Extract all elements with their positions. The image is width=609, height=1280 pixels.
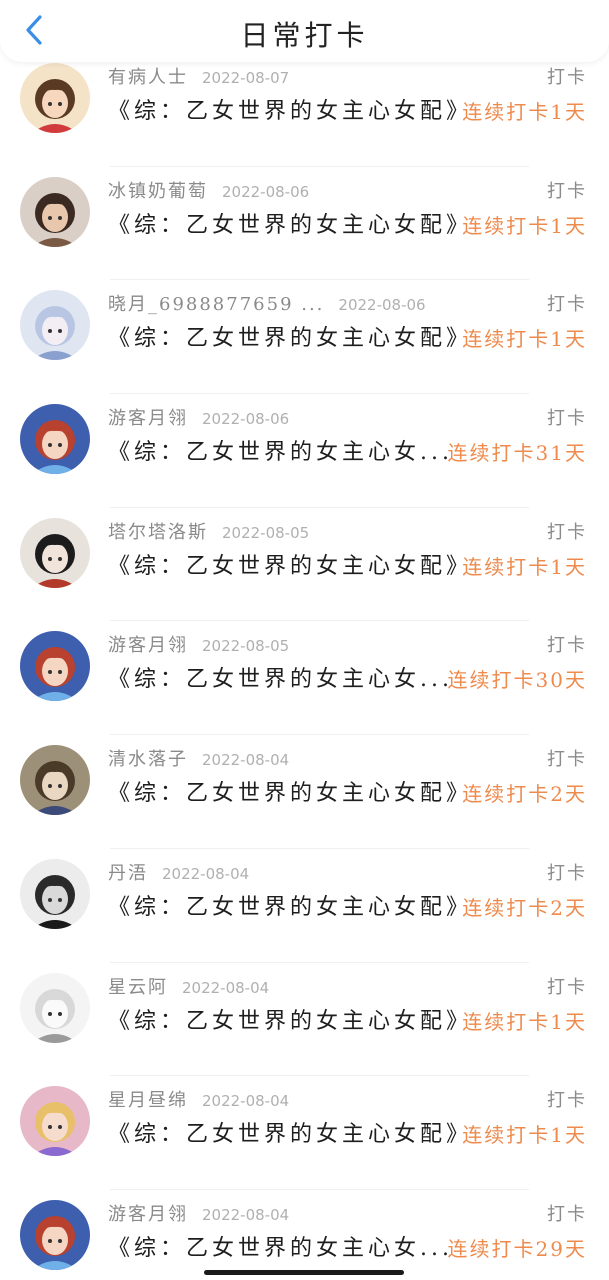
checkin-action-label: 打卡 <box>547 862 587 884</box>
streak-badge: 连续打卡29天 <box>447 1236 587 1261</box>
username-text: 丹浯 <box>108 862 148 884</box>
checkin-action-label: 打卡 <box>547 521 587 543</box>
username[interactable]: 星月昼绵 2022-08-04 <box>108 1086 289 1112</box>
checkin-list[interactable]: 有病人士 2022-08-07 打卡 《综：乙女世界的女主心女配》 连续打卡1天 冰镇奶葡… <box>0 53 609 1280</box>
username[interactable]: 丹浯 2022-08-04 <box>108 859 249 885</box>
username[interactable]: 冰镇奶葡萄 2022-08-06 <box>108 177 309 203</box>
book-title[interactable]: 《综：乙女世界的女主心女... <box>108 1230 453 1262</box>
streak-badge: 连续打卡1天 <box>462 1009 587 1034</box>
checkin-date: 2022-08-06 <box>338 296 426 315</box>
checkin-action-label: 打卡 <box>547 180 587 202</box>
book-title[interactable]: 《综：乙女世界的女主心女配》 <box>108 93 472 125</box>
username[interactable]: 星云阿 2022-08-04 <box>108 973 269 999</box>
username[interactable]: 晓月_6988877659 ... 2022-08-06 <box>108 290 426 316</box>
list-item[interactable]: 游客月翎 2022-08-06 打卡《综：乙女世界的女主心女... 连续打卡31天 <box>0 394 609 508</box>
book-title[interactable]: 《综：乙女世界的女主心女... <box>108 434 453 466</box>
username-text: 冰镇奶葡萄 <box>108 180 208 202</box>
username-text: 游客月翎 <box>108 635 188 657</box>
username[interactable]: 塔尔塔洛斯 2022-08-05 <box>108 518 309 544</box>
list-item[interactable]: 游客月翎 2022-08-04 打卡《综：乙女世界的女主心女... 连续打卡29天 <box>0 1190 609 1280</box>
username[interactable]: 游客月翎 2022-08-05 <box>108 631 289 657</box>
top-nav-bar: 日常打卡 <box>0 0 609 62</box>
book-title[interactable]: 《综：乙女世界的女主心女配》 <box>108 207 472 239</box>
username-text: 清水落子 <box>108 749 188 771</box>
avatar[interactable] <box>20 631 90 702</box>
checkin-action-label: 打卡 <box>547 408 587 430</box>
book-title[interactable]: 《综：乙女世界的女主心女配》 <box>108 320 472 352</box>
username[interactable]: 游客月翎 2022-08-04 <box>108 1200 289 1226</box>
checkin-date: 2022-08-04 <box>202 1205 290 1224</box>
checkin-date: 2022-08-04 <box>202 1092 290 1111</box>
username-text: 晓月_6988877659 ... <box>108 294 325 316</box>
list-item[interactable]: 清水落子 2022-08-04 打卡《综：乙女世界的女主心女配》 连续打卡2天 <box>0 735 609 849</box>
streak-badge: 连续打卡1天 <box>462 1123 587 1148</box>
streak-badge: 连续打卡31天 <box>447 441 587 466</box>
checkin-page: 日常打卡 有病人士 2022-08-07 打卡 《综：乙女世界的女主心女配》 连续打卡1… <box>0 0 609 1280</box>
list-item[interactable]: 丹浯 2022-08-04 打卡《综：乙女世界的女主心女配》 连续打卡2天 <box>0 849 609 963</box>
streak-badge: 连续打卡30天 <box>447 668 587 693</box>
checkin-date: 2022-08-04 <box>182 978 270 997</box>
streak-badge: 连续打卡1天 <box>462 327 587 352</box>
checkin-action-label: 打卡 <box>547 635 587 657</box>
username-text: 星云阿 <box>108 976 168 998</box>
checkin-date: 2022-08-05 <box>202 637 290 656</box>
book-title[interactable]: 《综：乙女世界的女主心女配》 <box>108 775 472 807</box>
streak-badge: 连续打卡2天 <box>462 895 587 920</box>
checkin-date: 2022-08-07 <box>202 69 290 87</box>
avatar[interactable] <box>20 404 90 475</box>
page-title: 日常打卡 <box>240 19 369 52</box>
list-item[interactable]: 塔尔塔洛斯 2022-08-05 打卡《综：乙女世界的女主心女配》 连续打卡1天 <box>0 508 609 622</box>
book-title[interactable]: 《综：乙女世界的女主心女配》 <box>108 1116 472 1148</box>
username-text: 有病人士 <box>108 67 188 88</box>
checkin-date: 2022-08-04 <box>202 751 290 770</box>
book-title[interactable]: 《综：乙女世界的女主心女配》 <box>108 548 472 580</box>
checkin-action-label: 打卡 <box>547 294 587 316</box>
book-title[interactable]: 《综：乙女世界的女主心女配》 <box>108 1003 472 1035</box>
streak-badge: 连续打卡1天 <box>462 554 587 579</box>
username[interactable]: 有病人士 2022-08-07 <box>108 63 289 89</box>
streak-badge: 连续打卡1天 <box>462 100 587 124</box>
avatar[interactable] <box>20 1086 90 1157</box>
checkin-date: 2022-08-06 <box>202 410 290 429</box>
home-indicator[interactable] <box>204 1270 404 1275</box>
username-text: 游客月翎 <box>108 1203 188 1225</box>
streak-badge: 连续打卡2天 <box>462 782 587 807</box>
avatar[interactable] <box>20 1199 90 1270</box>
checkin-action-label: 打卡 <box>547 749 587 771</box>
list-item[interactable]: 星月昼绵 2022-08-04 打卡《综：乙女世界的女主心女配》 连续打卡1天 <box>0 1076 609 1190</box>
avatar[interactable] <box>20 858 90 929</box>
book-title[interactable]: 《综：乙女世界的女主心女... <box>108 661 453 693</box>
avatar[interactable] <box>20 517 90 588</box>
list-item[interactable]: 晓月_6988877659 ... 2022-08-06 打卡《综：乙女世界的女主心… <box>0 280 609 395</box>
book-title[interactable]: 《综：乙女世界的女主心女配》 <box>108 889 472 921</box>
list-item[interactable]: 冰镇奶葡萄 2022-08-06 打卡《综：乙女世界的女主心女配》 连续打卡1天 <box>0 167 609 281</box>
checkin-date: 2022-08-04 <box>162 864 250 883</box>
avatar[interactable] <box>20 745 90 816</box>
list-item[interactable]: 星云阿 2022-08-04 打卡《综：乙女世界的女主心女配》 连续打卡1天 <box>0 963 609 1077</box>
avatar[interactable] <box>20 63 90 133</box>
list-item[interactable]: 有病人士 2022-08-07 打卡《综：乙女世界的女主心女配》 连续打卡1天 <box>0 53 609 167</box>
username[interactable]: 游客月翎 2022-08-06 <box>108 404 289 430</box>
checkin-action-label: 打卡 <box>547 1203 587 1225</box>
username-text: 塔尔塔洛斯 <box>108 521 208 543</box>
username[interactable]: 清水落子 2022-08-04 <box>108 745 289 771</box>
avatar[interactable] <box>20 972 90 1043</box>
avatar[interactable] <box>20 290 90 361</box>
avatar[interactable] <box>20 176 90 247</box>
checkin-action-label: 打卡 <box>547 67 587 88</box>
list-item[interactable]: 游客月翎 2022-08-05 打卡《综：乙女世界的女主心女... 连续打卡30天 <box>0 621 609 736</box>
checkin-date: 2022-08-06 <box>222 182 310 201</box>
username-text: 游客月翎 <box>108 408 188 430</box>
checkin-date: 2022-08-05 <box>222 523 310 542</box>
checkin-action-label: 打卡 <box>547 1090 587 1112</box>
username-text: 星月昼绵 <box>108 1090 188 1112</box>
checkin-action-label: 打卡 <box>547 976 587 998</box>
streak-badge: 连续打卡1天 <box>462 213 587 238</box>
